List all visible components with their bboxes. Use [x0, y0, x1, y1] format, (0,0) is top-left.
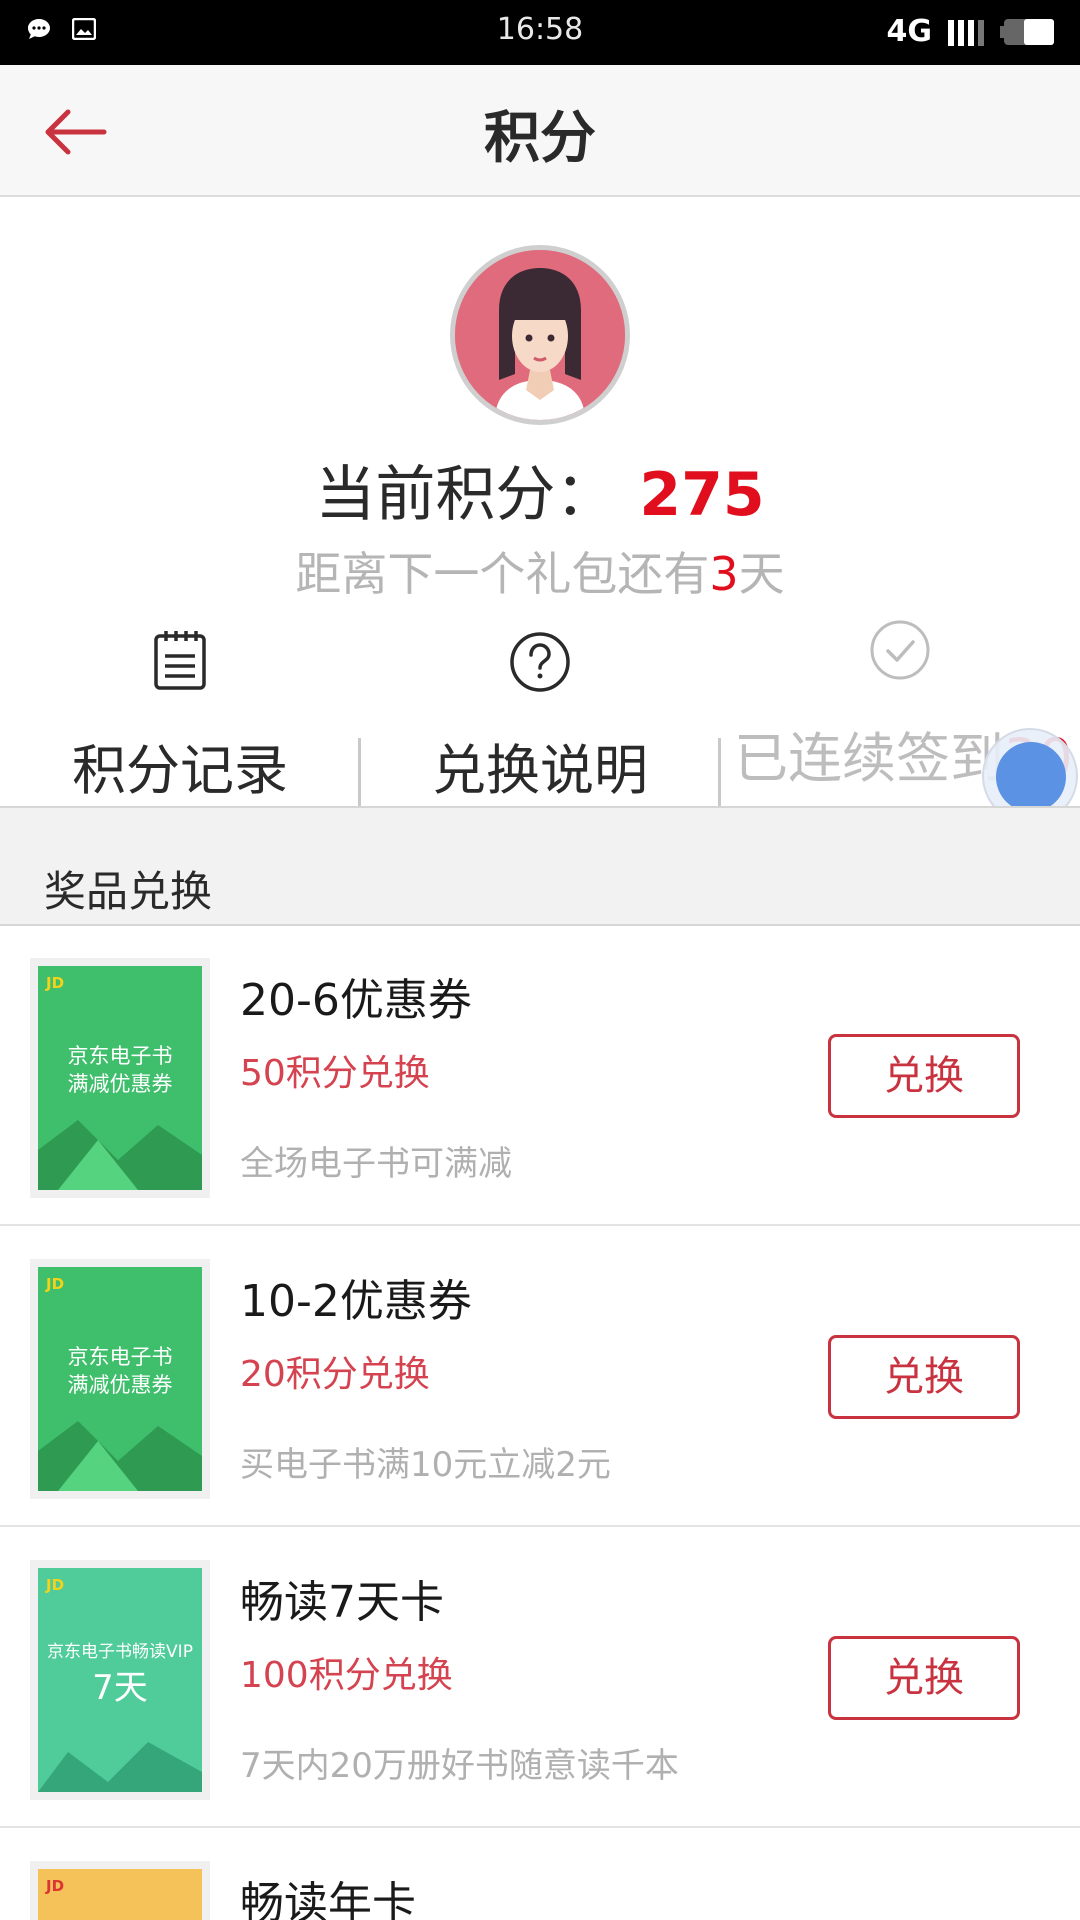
next-gift-suffix: 天 — [738, 547, 785, 601]
card-line2: 满减优惠券 — [67, 1373, 173, 1397]
exchange-button[interactable]: 兑换 — [828, 1335, 1020, 1419]
rewards-section-header: 奖品兑换 — [0, 806, 1080, 926]
reward-description: 7天内20万册好书随意读千本 — [240, 1746, 679, 1786]
status-indicators: 4G — [887, 14, 1059, 49]
signin-prefix: 已连续签到 — [734, 727, 1004, 790]
card-line2: 满减优惠券 — [67, 1072, 173, 1096]
card-line1: 京东电子书 — [67, 1345, 173, 1369]
jd-logo: JD — [46, 1275, 65, 1293]
avatar[interactable] — [450, 245, 630, 425]
section-title: 奖品兑换 — [44, 867, 213, 916]
coupon-card: JD 京东电子书满减优惠券 — [38, 1267, 202, 1491]
next-gift-days: 3 — [709, 547, 739, 601]
page-title: 积分 — [484, 106, 596, 171]
question-circle-icon — [510, 632, 570, 692]
card-text: 京东电子书满减优惠券 — [38, 1343, 202, 1399]
vip-card: JD 京东电子书畅读VIP 7天 — [38, 1568, 202, 1792]
vip-card: JD — [38, 1869, 202, 1920]
card-line2: 7天 — [92, 1668, 148, 1708]
reward-name: 10-2优惠券 — [240, 1276, 472, 1327]
exchange-button[interactable]: 兑换 — [828, 1034, 1020, 1118]
card-line1: 京东电子书 — [67, 1044, 173, 1068]
card-decoration — [38, 1742, 202, 1792]
reward-thumbnail: JD 京东电子书满减优惠券 — [30, 1259, 210, 1499]
list-item: JD 京东电子书满减优惠券 20-6优惠券 50积分兑换 全场电子书可满减 兑换 — [0, 926, 1080, 1226]
assist-ball-icon — [996, 742, 1066, 812]
coupon-card: JD 京东电子书满减优惠券 — [38, 966, 202, 1190]
signal-icon — [948, 19, 984, 46]
reward-description: 买电子书满10元立减2元 — [240, 1445, 611, 1485]
card-text: 京东电子书畅读VIP 7天 — [38, 1638, 202, 1710]
reward-cost: 50积分兑换 — [240, 1053, 430, 1094]
reward-cost: 20积分兑换 — [240, 1354, 430, 1395]
exchange-help-label: 兑换说明 — [432, 739, 648, 802]
next-gift-countdown: 距离下一个礼包还有3天 — [0, 538, 1080, 604]
notepad-icon — [154, 631, 206, 690]
network-type: 4G — [886, 14, 933, 49]
current-points: 当前积分： 275 — [0, 446, 1080, 533]
card-line1: 京东电子书畅读VIP — [47, 1642, 193, 1662]
points-summary: 当前积分： 275 距离下一个礼包还有3天 积分记录 兑换说明 已连续签到30 — [0, 198, 1080, 848]
reward-name: 畅读年卡 — [240, 1878, 416, 1920]
points-record-label: 积分记录 — [72, 739, 288, 802]
reward-thumbnail: JD 京东电子书畅读VIP 7天 — [30, 1560, 210, 1800]
next-gift-prefix: 距离下一个礼包还有 — [295, 547, 710, 601]
action-bar: 积分记录 兑换说明 已连续签到30 — [0, 618, 1080, 848]
reward-cost: 100积分兑换 — [240, 1655, 453, 1696]
avatar-illustration — [455, 250, 625, 420]
reward-name: 畅读7天卡 — [240, 1577, 444, 1628]
battery-icon — [1000, 18, 1054, 45]
points-label: 当前积分： — [315, 460, 616, 530]
list-item: JD 京东电子书畅读VIP 7天 畅读7天卡 100积分兑换 7天内20万册好书随… — [0, 1528, 1080, 1828]
card-text: 京东电子书满减优惠券 — [38, 1042, 202, 1098]
list-item: JD 京东电子书满减优惠券 10-2优惠券 20积分兑换 买电子书满10元立减2… — [0, 1227, 1080, 1527]
check-circle-icon — [870, 620, 930, 680]
card-decoration — [38, 1120, 202, 1190]
app-header: 积分 — [0, 65, 1080, 197]
exchange-help-button[interactable]: 兑换说明 — [360, 618, 720, 804]
card-decoration — [38, 1421, 202, 1491]
exchange-button[interactable]: 兑换 — [828, 1636, 1020, 1720]
list-item: JD 畅读年卡 — [0, 1829, 1080, 1920]
reward-thumbnail: JD 京东电子书满减优惠券 — [30, 958, 210, 1198]
points-value: 275 — [639, 460, 765, 530]
jd-logo: JD — [46, 1877, 65, 1895]
points-record-button[interactable]: 积分记录 — [0, 618, 360, 804]
jd-logo: JD — [46, 974, 65, 992]
reward-description: 全场电子书可满减 — [240, 1144, 512, 1184]
reward-thumbnail: JD — [30, 1861, 210, 1920]
jd-logo: JD — [46, 1576, 65, 1594]
status-bar: 16:58 4G — [0, 0, 1080, 65]
reward-name: 20-6优惠券 — [240, 975, 472, 1026]
